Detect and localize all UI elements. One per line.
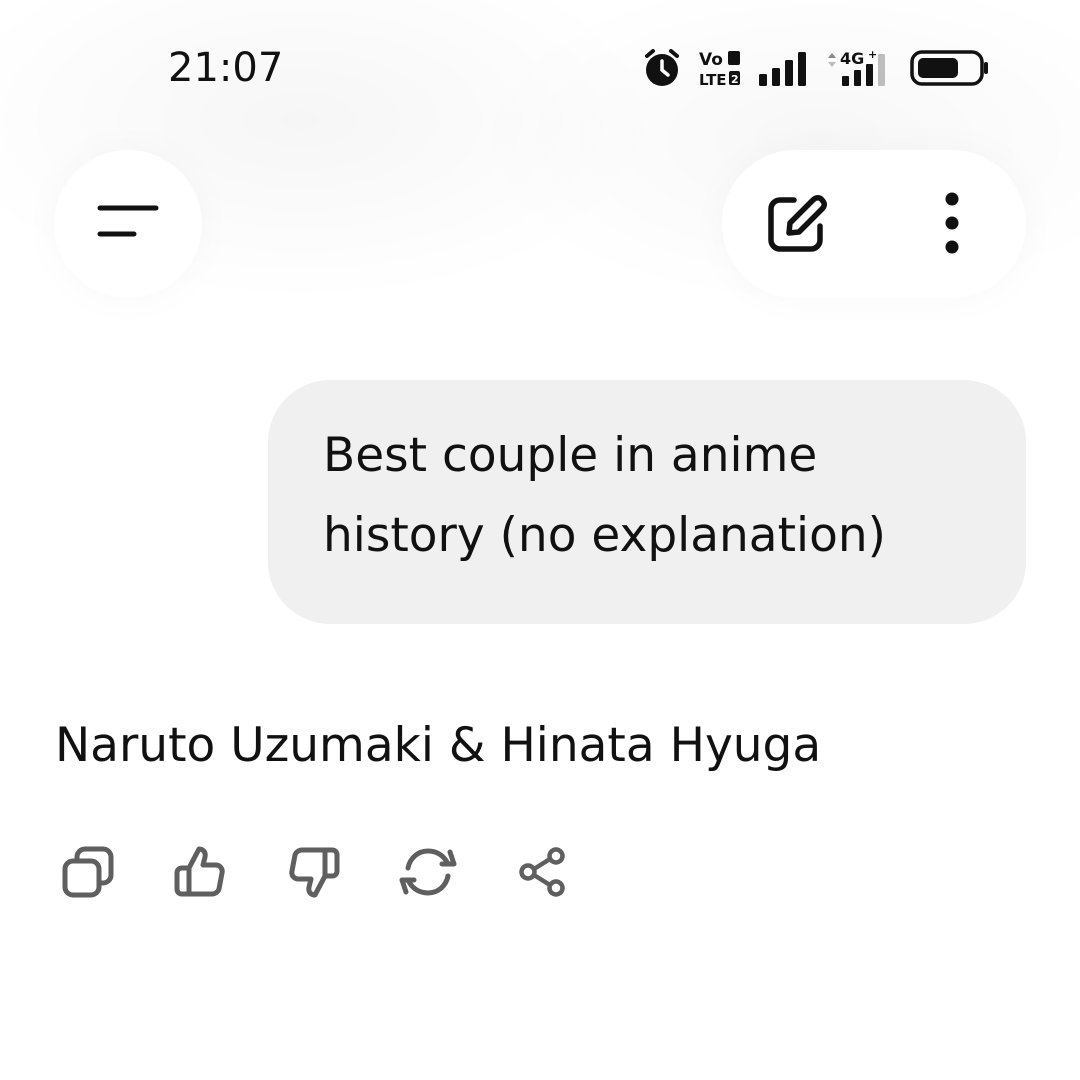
svg-text:4G: 4G bbox=[840, 49, 864, 68]
share-button[interactable] bbox=[510, 842, 574, 906]
copy-button[interactable] bbox=[56, 842, 120, 906]
chat-screen: 21:07 Vo LTE 2 4G + Best couple in anime… bbox=[0, 0, 1080, 1080]
regenerate-button[interactable] bbox=[396, 842, 460, 906]
user-message-bubble: Best couple in anime history (no explana… bbox=[268, 380, 1026, 624]
thumbs-down-icon bbox=[286, 844, 342, 904]
regenerate-icon bbox=[398, 844, 458, 904]
more-options-button[interactable] bbox=[912, 180, 992, 270]
edit-icon bbox=[764, 190, 830, 260]
alarm-icon bbox=[642, 47, 682, 89]
status-icons: Vo LTE 2 4G + bbox=[642, 46, 990, 90]
signal-4g-icon: 4G + bbox=[824, 48, 894, 88]
user-message-text: Best couple in anime history (no explana… bbox=[323, 428, 886, 563]
menu-button[interactable] bbox=[54, 150, 202, 298]
status-bar: 21:07 Vo LTE 2 4G + bbox=[0, 0, 1080, 140]
signal-icon bbox=[758, 50, 808, 86]
status-time: 21:07 bbox=[168, 45, 284, 91]
volte-icon: Vo LTE 2 bbox=[698, 47, 742, 89]
more-vertical-icon bbox=[942, 191, 962, 259]
copy-icon bbox=[60, 844, 116, 904]
thumbs-down-button[interactable] bbox=[282, 842, 346, 906]
menu-icon bbox=[96, 202, 160, 246]
thumbs-up-button[interactable] bbox=[168, 842, 232, 906]
svg-text:Vo: Vo bbox=[699, 50, 723, 70]
battery-icon bbox=[910, 49, 990, 87]
new-chat-button[interactable] bbox=[752, 180, 842, 270]
svg-text:LTE: LTE bbox=[699, 71, 727, 89]
svg-text:+: + bbox=[868, 48, 877, 61]
assistant-message-text: Naruto Uzumaki & Hinata Hyuga bbox=[55, 718, 822, 773]
header-actions bbox=[722, 150, 1026, 298]
share-icon bbox=[514, 844, 570, 904]
thumbs-up-icon bbox=[172, 844, 228, 904]
svg-text:2: 2 bbox=[731, 73, 739, 86]
